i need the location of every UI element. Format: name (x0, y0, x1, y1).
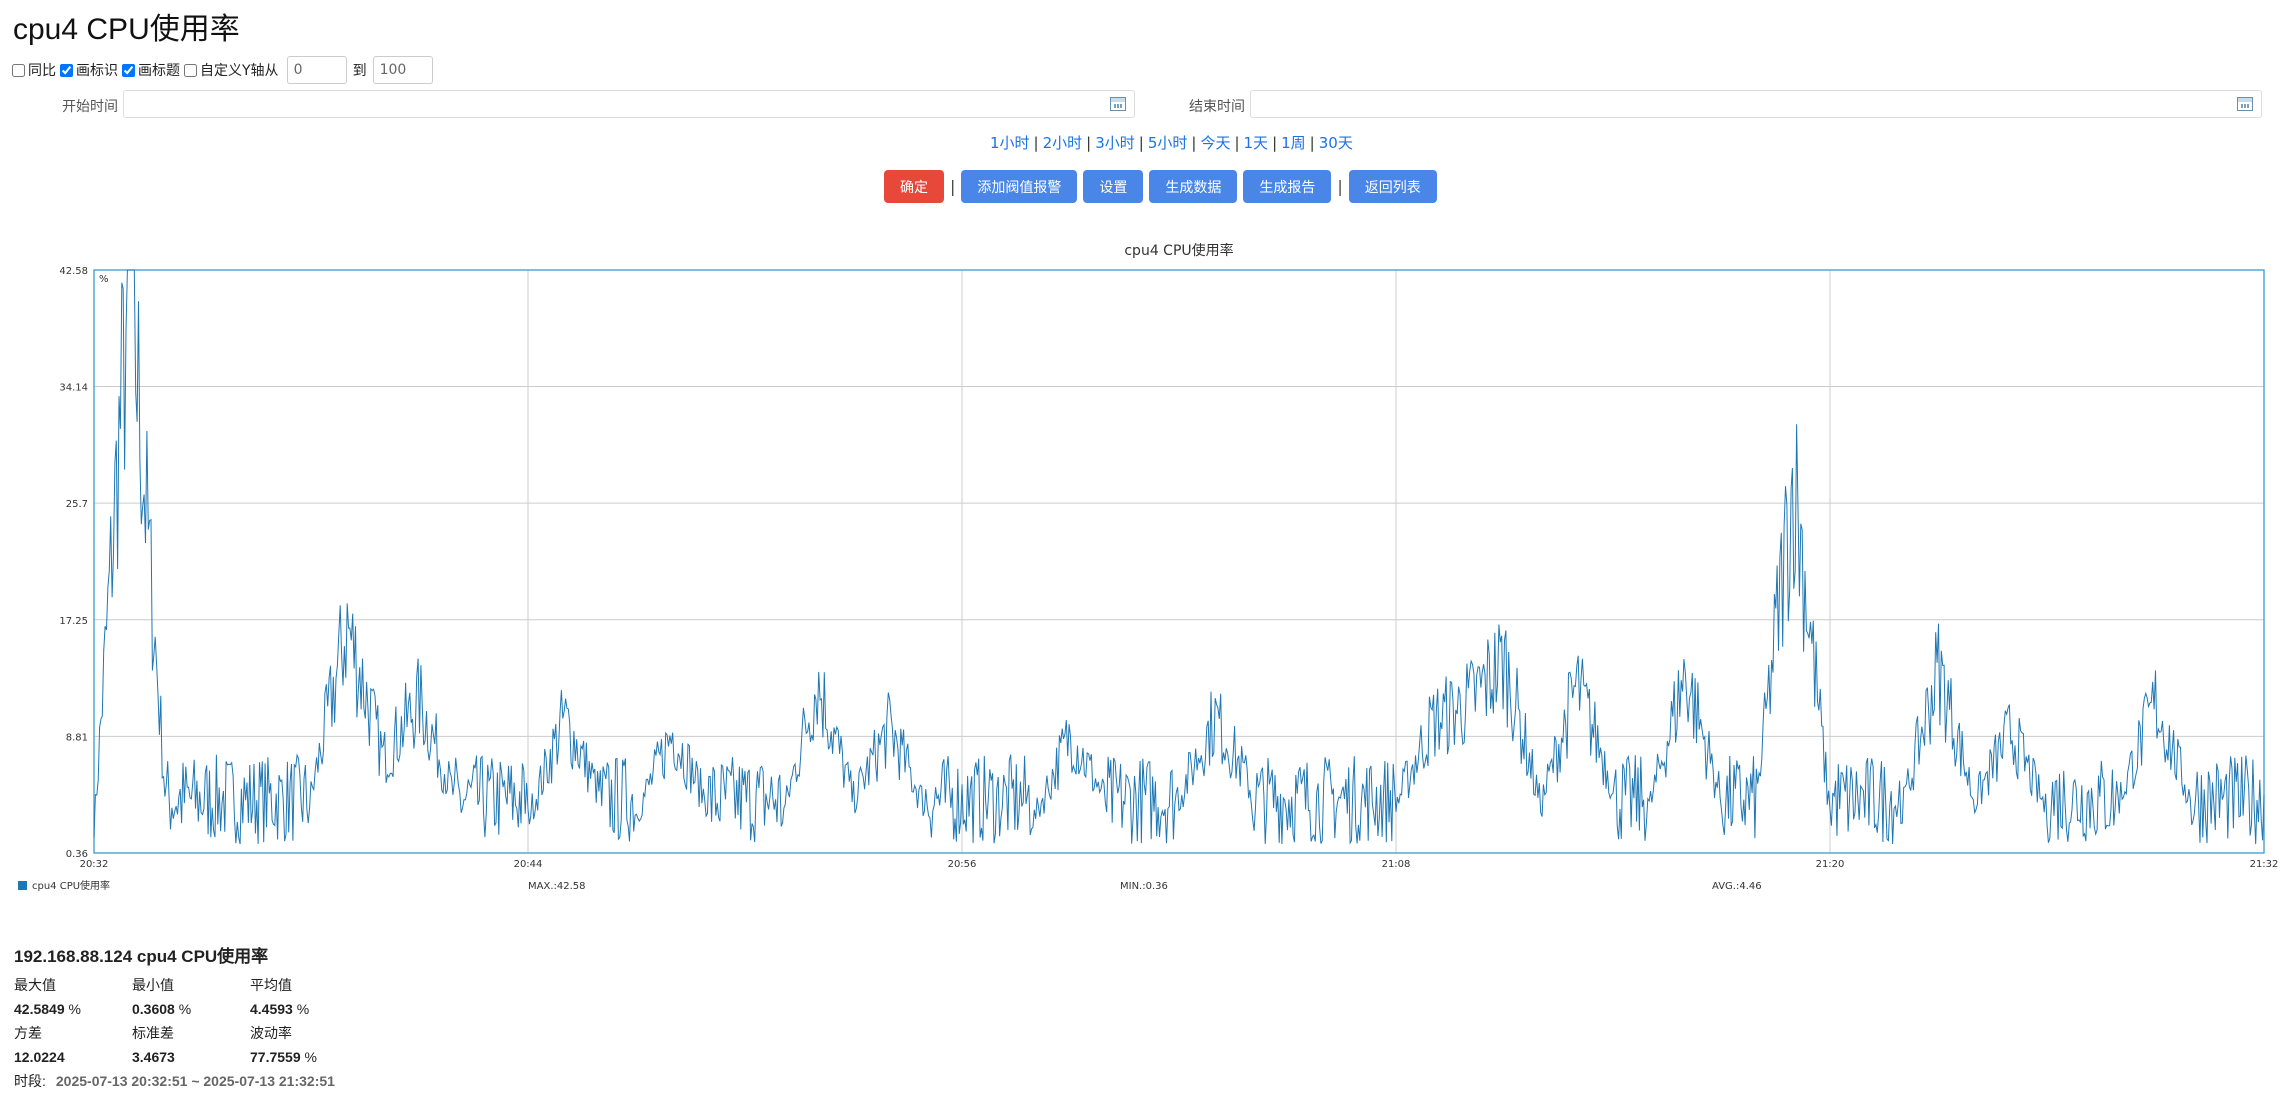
title-checkbox[interactable] (122, 63, 135, 77)
add-alarm-button[interactable]: 添加阀值报警 (961, 170, 1078, 203)
min-value: 0.3608 (132, 1001, 175, 1017)
y-to-input[interactable] (372, 56, 433, 84)
separator: | (1234, 134, 1240, 152)
separator: | (1337, 177, 1343, 196)
variance-value: 12.0224 (14, 1049, 65, 1065)
period-label: 时段: (14, 1073, 46, 1089)
period-value: 2025-07-13 20:32:51 ~ 2025-07-13 21:32:5… (55, 1073, 335, 1089)
separator: | (1033, 134, 1039, 152)
calendar-icon[interactable] (1110, 97, 1126, 111)
y-tick-label: 8.81 (66, 732, 88, 743)
range-link-4[interactable]: 今天 (1200, 134, 1230, 152)
quick-range-links: 1小时 | 2小时 | 3小时 | 5小时 | 今天 | 1天 | 1周 | 30天 (990, 132, 1353, 153)
std-dev-value: 3.4673 (132, 1049, 175, 1065)
separator: | (950, 177, 956, 196)
custom-y-label: 自定义Y轴从 (200, 63, 279, 79)
series-line-cpu4 (93, 269, 2265, 845)
generate-report-button[interactable]: 生成报告 (1243, 170, 1332, 203)
mark-label: 画标识 (76, 63, 118, 79)
max-value: 42.5849 (14, 1001, 65, 1017)
range-link-5[interactable]: 1天 (1244, 134, 1269, 152)
cpu-usage-chart: cpu4 CPU使用率0.368.8117.2525.734.1442.5820… (18, 242, 2279, 892)
y-tick-label: 25.7 (66, 499, 88, 510)
percent-unit: % (304, 1049, 317, 1065)
x-tick-label: 21:20 (1816, 859, 1845, 870)
percent-unit: % (68, 1001, 81, 1017)
y-from-input[interactable] (286, 56, 347, 84)
x-tick-label: 20:32 (80, 859, 109, 870)
y-tick-label: 42.58 (59, 266, 88, 277)
legend-max: MAX.:42.58 (528, 881, 586, 892)
avg-value: 4.4593 (250, 1001, 293, 1017)
confirm-button[interactable]: 确定 (884, 170, 944, 203)
percent-unit: % (178, 1001, 192, 1017)
range-link-3[interactable]: 5小时 (1148, 134, 1188, 152)
volatility-value: 77.7559 (250, 1049, 301, 1065)
range-link-7[interactable]: 30天 (1319, 134, 1353, 152)
legend-min: MIN.:0.36 (1120, 881, 1168, 892)
separator: | (1086, 134, 1092, 152)
x-tick-label: 21:08 (1382, 859, 1411, 870)
back-to-list-button[interactable]: 返回列表 (1348, 170, 1437, 203)
start-time-field[interactable] (123, 90, 1135, 118)
chart-options: 同比 画标识 画标题 自定义Y轴从 到 (12, 54, 437, 86)
end-time-field[interactable] (1250, 90, 2262, 118)
title-option[interactable]: 画标题 (122, 60, 180, 80)
yoy-label: 同比 (28, 63, 56, 79)
separator: | (1138, 134, 1144, 152)
generate-data-button[interactable]: 生成数据 (1149, 170, 1238, 203)
action-buttons: 确定 | 添加阀值报警 设置 生成数据 生成报告 | 返回列表 (884, 170, 1443, 203)
legend-swatch (18, 881, 27, 890)
mark-checkbox[interactable] (60, 63, 73, 77)
start-time-label: 开始时间 (62, 99, 118, 115)
stats-heading: 192.168.88.124 cpu4 CPU使用率 (14, 947, 269, 966)
separator: | (1272, 134, 1278, 152)
y-tick-label: 17.25 (59, 616, 88, 627)
min-label: 最小值 (132, 977, 174, 993)
legend-avg: AVG.:4.46 (1712, 881, 1762, 892)
separator: | (1309, 134, 1315, 152)
statistics-panel: 192.168.88.124 cpu4 CPU使用率 最大值 最小值 平均值 4… (14, 942, 368, 1093)
separator: | (1191, 134, 1197, 152)
end-time-label: 结束时间 (1189, 99, 1245, 115)
range-link-2[interactable]: 3小时 (1095, 134, 1135, 152)
max-label: 最大值 (14, 977, 56, 993)
range-link-6[interactable]: 1周 (1281, 134, 1306, 152)
page-title: cpu4 CPU使用率 (13, 13, 240, 46)
range-link-1[interactable]: 2小时 (1043, 134, 1083, 152)
x-tick-label: 20:44 (514, 859, 543, 870)
custom-y-option[interactable]: 自定义Y轴从 (184, 60, 279, 80)
y-unit-label: % (99, 274, 109, 285)
mark-option[interactable]: 画标识 (60, 60, 118, 80)
std-dev-label: 标准差 (132, 1025, 174, 1041)
variance-label: 方差 (14, 1025, 42, 1041)
yoy-checkbox[interactable] (12, 63, 25, 77)
title-label: 画标题 (138, 63, 180, 79)
x-tick-label: 20:56 (948, 859, 977, 870)
x-tick-label: 21:32 (2250, 859, 2279, 870)
calendar-icon[interactable] (2237, 97, 2253, 111)
plot-area-border (93, 269, 2265, 854)
settings-button[interactable]: 设置 (1083, 170, 1144, 203)
y-tick-label: 34.14 (59, 383, 88, 394)
volatility-label: 波动率 (250, 1025, 292, 1041)
to-label: 到 (352, 63, 367, 79)
legend-label: cpu4 CPU使用率 (32, 879, 110, 892)
chart-title: cpu4 CPU使用率 (1124, 242, 1233, 259)
percent-unit: % (296, 1001, 310, 1017)
range-link-0[interactable]: 1小时 (990, 134, 1030, 152)
custom-y-checkbox[interactable] (184, 63, 197, 77)
avg-label: 平均值 (250, 977, 292, 993)
yoy-option[interactable]: 同比 (12, 60, 56, 80)
